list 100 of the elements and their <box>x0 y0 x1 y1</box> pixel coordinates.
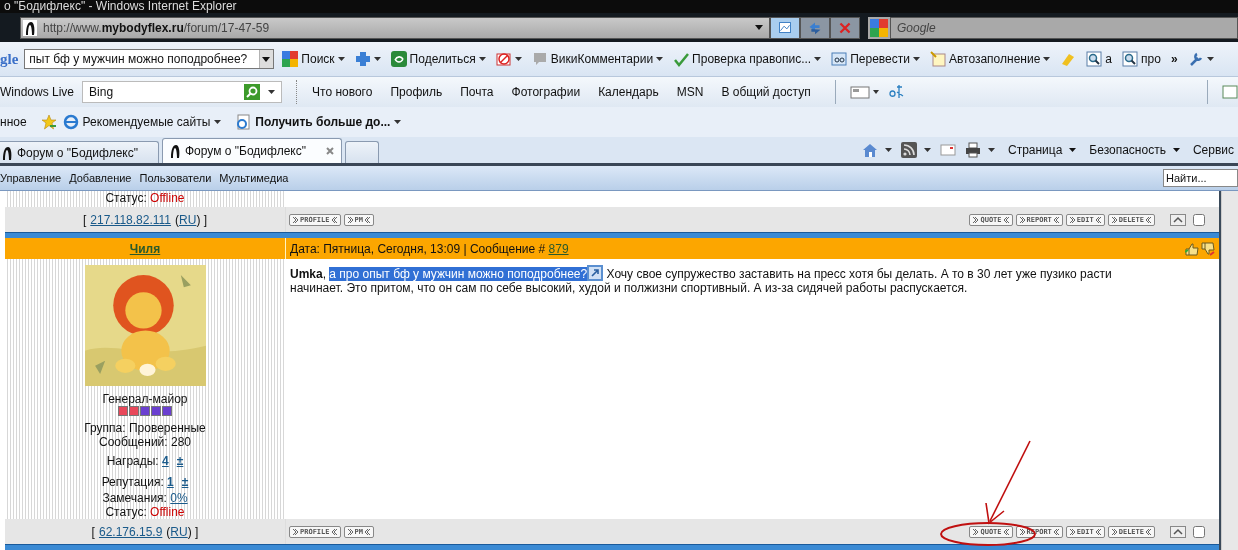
user-rank: Генерал-майор <box>102 392 188 406</box>
awards-link[interactable]: 4 <box>162 454 169 468</box>
award-action-link[interactable]: ± <box>176 454 184 468</box>
scroll-top-icon[interactable] <box>1170 525 1186 538</box>
remarks-label: Замечания: <box>102 491 168 505</box>
select-checkbox[interactable] <box>1193 213 1205 226</box>
toolbar-button[interactable]: Перевести <box>829 51 922 67</box>
command-menu[interactable]: Страница <box>1007 143 1077 157</box>
toolbar-button[interactable]: про <box>1120 51 1163 67</box>
search-field[interactable]: Google <box>890 16 1238 39</box>
chevron-icon <box>331 527 338 536</box>
reputation-link[interactable]: 1 <box>167 475 174 489</box>
search-icon[interactable] <box>244 84 261 100</box>
bracket-text: [ <box>91 524 95 539</box>
mail-icon[interactable] <box>939 142 956 158</box>
stop-icon[interactable] <box>830 16 860 39</box>
forum-search-field[interactable]: Найти... <box>1163 169 1238 187</box>
toolbar-button[interactable]: Автозаполнение <box>927 51 1053 67</box>
printer-icon[interactable] <box>964 142 981 158</box>
caret-icon[interactable] <box>923 148 931 152</box>
search-field[interactable]: Bing <box>82 81 283 103</box>
ip-link[interactable]: 62.176.15.9 <box>98 524 163 539</box>
home-icon[interactable] <box>861 142 878 158</box>
browser-icon <box>62 114 79 130</box>
user-group: Группа: Проверенные <box>84 421 206 435</box>
google-icon <box>282 51 299 67</box>
chevron-icon <box>1018 215 1025 224</box>
refresh-icon[interactable] <box>800 16 830 39</box>
forum-menu-item[interactable]: Пользователи <box>139 172 212 184</box>
scrollbar[interactable] <box>1221 191 1238 550</box>
browser-tab[interactable]: Форум о "Бодифлекс" <box>0 141 159 163</box>
toolbar-button[interactable] <box>493 51 524 67</box>
address-field[interactable]: http://www.mybodyflex.ru/forum/17-47-59 <box>20 16 770 39</box>
chevron-icon <box>1003 215 1010 224</box>
toolbar-button[interactable]: Проверка правопис... <box>671 51 824 67</box>
command-menu[interactable]: Сервис <box>1192 143 1234 157</box>
query-field[interactable]: пыт бф у мужчин можно поподробнее? <box>24 49 275 69</box>
card-icon[interactable] <box>849 84 880 100</box>
toolbar-link[interactable]: MSN <box>676 85 704 99</box>
caret-icon[interactable] <box>987 148 995 152</box>
close-icon[interactable] <box>325 146 335 156</box>
caret-icon[interactable] <box>884 148 892 152</box>
translate-icon[interactable] <box>887 84 904 100</box>
country-link[interactable]: RU <box>179 212 197 227</box>
reputation-action-link[interactable]: ± <box>181 475 189 489</box>
chevron-icon <box>1003 527 1010 536</box>
favorites-link[interactable]: Рекомендуемые сайты <box>62 114 222 130</box>
ip-link[interactable]: 217.118.82.111 <box>90 212 172 227</box>
site-icon <box>1 145 13 160</box>
toolbar-link[interactable]: Профиль <box>390 85 443 99</box>
share-icon <box>390 51 407 67</box>
post-date: Дата: Пятница, Сегодня, 13:09 | Сообщение # 879 <box>290 241 569 256</box>
chevron-icon <box>1068 215 1075 224</box>
toolbar-link[interactable]: В общий доступ <box>721 85 811 99</box>
author-link[interactable]: Чиля <box>129 241 161 256</box>
google-icon <box>868 16 890 39</box>
dropdown-icon[interactable] <box>259 50 274 68</box>
toolbar-link[interactable]: Почта <box>460 85 494 99</box>
forum-menu-item[interactable]: Мультимедиа <box>219 172 289 184</box>
scroll-top-icon[interactable] <box>1170 213 1186 226</box>
message-count: Сообщений: 280 <box>99 435 191 449</box>
forum-menu-item[interactable]: Управление <box>0 172 62 184</box>
toolbar-button[interactable]: Поделиться <box>388 51 488 67</box>
toolbar-link[interactable]: Фотографии <box>511 85 581 99</box>
compatibility-icon[interactable] <box>770 16 800 39</box>
toolbar-link[interactable]: Что нового <box>312 85 373 99</box>
chevron-icon <box>331 215 338 224</box>
magnifier-icon <box>1122 51 1138 67</box>
add-favorite-icon[interactable] <box>40 114 57 130</box>
toolbar-button[interactable]: ВикиКомментарии <box>529 51 666 67</box>
bracket-text: [ <box>82 212 87 227</box>
reputation-label: Репутация: <box>101 475 165 489</box>
favorites-label[interactable]: нное <box>0 115 27 129</box>
thumbs-up-icon[interactable] <box>1185 241 1199 256</box>
post-number-link[interactable]: 879 <box>548 241 569 256</box>
remarks-link[interactable]: 0% <box>170 491 188 505</box>
new-tab-button[interactable] <box>345 141 379 163</box>
toolbar-button[interactable]: Поиск <box>280 51 347 67</box>
chevron-icon <box>346 527 353 536</box>
chevron-icon <box>1068 527 1075 536</box>
caret-icon[interactable] <box>268 90 276 94</box>
dropdown-icon[interactable] <box>755 25 763 30</box>
site-icon <box>169 144 181 158</box>
favorites-link[interactable]: Получить больше до... <box>235 114 402 130</box>
toolbar-button[interactable]: а <box>1084 51 1114 67</box>
thumbs-down-icon[interactable] <box>1201 241 1215 256</box>
select-checkbox[interactable] <box>1193 525 1205 538</box>
forum-menu-item[interactable]: Добавление <box>69 172 132 184</box>
caret-icon <box>394 120 402 124</box>
bracket-text: ( <box>175 212 180 227</box>
browser-tab[interactable]: Форум о "Бодифлекс" <box>162 138 342 163</box>
chevron-icon <box>972 215 979 224</box>
country-link[interactable]: RU <box>170 524 188 539</box>
popout-icon[interactable] <box>587 265 604 281</box>
toolbar-button[interactable]: » <box>1168 52 1180 66</box>
google-logo: gle <box>0 50 19 68</box>
feed-icon[interactable] <box>900 142 917 158</box>
command-menu[interactable]: Безопасность <box>1089 143 1180 157</box>
toolbar-link[interactable]: Календарь <box>598 85 659 99</box>
site-icon <box>23 19 37 36</box>
